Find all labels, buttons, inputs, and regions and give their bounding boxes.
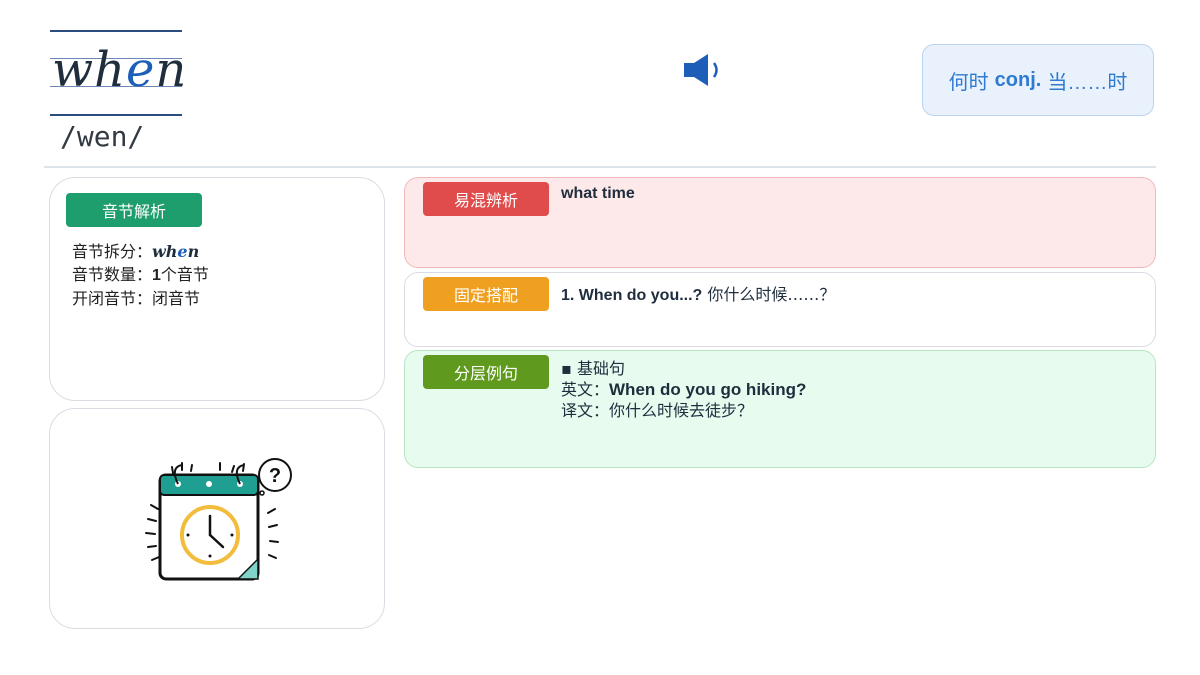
example-english: 英文：When do you go hiking? bbox=[561, 380, 807, 399]
speaker-icon[interactable] bbox=[682, 52, 726, 88]
collocation-card: 固定搭配 1. When do you...? 你什么时候……？ bbox=[404, 272, 1156, 347]
syllable-split-row: 音节拆分：when bbox=[72, 242, 200, 261]
examples-content: ▪ 基础句 英文：When do you go hiking? 译文：你什么时候… bbox=[561, 358, 806, 421]
syllable-card: 音节解析 音节拆分：when 音节数量：1个音节 开闭音节：闭音节 bbox=[49, 177, 385, 401]
illustration-card: ? bbox=[49, 408, 385, 629]
confusable-tag: 易混辨析 bbox=[423, 182, 549, 216]
calendar-clock-question-icon: ? bbox=[142, 457, 302, 592]
collocation-tag: 固定搭配 bbox=[423, 277, 549, 311]
word-display: when bbox=[50, 28, 186, 116]
syllable-type-row: 开闭音节：闭音节 bbox=[72, 289, 201, 308]
examples-card: 分层例句 ▪ 基础句 英文：When do you go hiking? 译文：… bbox=[404, 350, 1156, 468]
svg-text:?: ? bbox=[269, 465, 281, 487]
syllable-details: 音节拆分：when 音节数量：1个音节 开闭音节：闭音节 bbox=[72, 240, 209, 310]
meaning-box: 何时 conj. 当……时 bbox=[922, 44, 1154, 116]
syllable-count-row: 音节数量：1个音节 bbox=[72, 265, 209, 284]
header-divider bbox=[44, 166, 1156, 168]
syllable-tag: 音节解析 bbox=[66, 193, 202, 227]
collocation-text: 1. When do you...? 你什么时候……？ bbox=[561, 285, 836, 304]
example-level: ▪ 基础句 bbox=[561, 359, 625, 378]
word-title: when bbox=[52, 42, 188, 98]
guide-line-top bbox=[50, 30, 182, 32]
example-chinese: 译文：你什么时候去徒步？ bbox=[561, 401, 754, 420]
phonetic: /wen/ bbox=[60, 120, 145, 153]
confusable-card: 易混辨析 what time bbox=[404, 177, 1156, 268]
examples-tag: 分层例句 bbox=[423, 355, 549, 389]
meaning-pre: 何时 bbox=[948, 71, 989, 94]
confusable-text: what time bbox=[561, 185, 635, 202]
meaning-post: 当……时 bbox=[1047, 71, 1128, 94]
part-of-speech: conj. bbox=[994, 68, 1042, 91]
guide-line-bottom bbox=[50, 114, 182, 116]
